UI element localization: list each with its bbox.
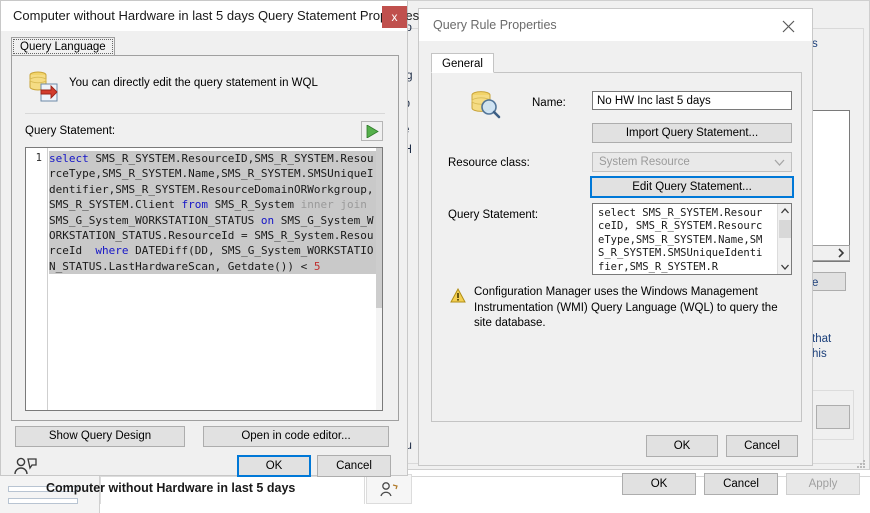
resource-class-label: Resource class: <box>448 157 530 169</box>
warning-text: Configuration Manager uses the Windows M… <box>474 286 778 329</box>
name-label: Name: <box>532 97 566 109</box>
sql-token-keyword: select <box>49 152 96 165</box>
resource-class-value: System Resource <box>599 156 690 168</box>
background-groupbox-button <box>816 405 850 429</box>
sql-line: select SMS_R_SYSTEM.ResourceID,SMS_R_SYS… <box>49 151 377 275</box>
warning-icon <box>450 288 466 303</box>
owner-ok-button[interactable]: OK <box>622 473 696 495</box>
open-in-code-editor-button[interactable]: Open in code editor... <box>203 426 389 447</box>
sql-token-number: 5 <box>313 259 321 273</box>
sql-token-dim: inner join <box>300 198 374 212</box>
edit-query-statement-button[interactable]: Edit Query Statement... <box>590 176 794 198</box>
code-scrollbar[interactable] <box>376 148 382 410</box>
right-query-statement-box[interactable]: select SMS_R_SYSTEM.ResourceID, SMS_R_SY… <box>592 203 792 275</box>
query-statement-properties-dialog: Computer without Hardware in last 5 days… <box>0 0 419 477</box>
sql-token-keyword: on <box>260 213 281 227</box>
sql-token-plain: SMS_G_System_WORKSTATION_STATUS <box>49 213 261 227</box>
scroll-up-icon[interactable] <box>778 204 791 218</box>
background-text-fragment: his <box>812 348 827 360</box>
database-search-icon <box>471 91 501 119</box>
sql-code-text[interactable]: select SMS_R_SYSTEM.ResourceID,SMS_R_SYS… <box>49 151 377 407</box>
right-dialog-titlebar[interactable]: Query Rule Properties <box>419 9 812 41</box>
right-query-statement-text: select SMS_R_SYSTEM.ResourceID, SMS_R_SY… <box>598 207 769 273</box>
right-dialog-ok-button[interactable]: OK <box>646 435 718 457</box>
resize-grip[interactable] <box>857 460 867 470</box>
owner-apply-button: Apply <box>786 473 860 495</box>
divider <box>25 113 385 114</box>
name-input[interactable] <box>592 91 792 110</box>
chevron-right-icon <box>838 248 845 258</box>
resource-class-select: System Resource <box>592 152 792 172</box>
right-dialog-title: Query Rule Properties <box>433 18 557 32</box>
database-export-icon <box>29 71 58 102</box>
right-query-statement-scrollbar[interactable] <box>777 204 791 274</box>
line-number: 1 <box>35 152 42 164</box>
background-listbox-scrollbar <box>812 245 850 261</box>
chevron-down-icon <box>774 159 785 166</box>
sql-token-keyword: where <box>95 244 136 258</box>
left-dialog-cancel-button[interactable]: Cancel <box>317 455 391 477</box>
close-icon[interactable]: x <box>382 6 407 28</box>
tab-general[interactable]: General <box>431 53 494 73</box>
left-dialog-titlebar[interactable]: Computer without Hardware in last 5 days… <box>1 1 419 31</box>
hint-text: You can directly edit the query statemen… <box>69 77 318 89</box>
bottom-tab-label: Computer without Hardware in last 5 days <box>46 481 296 495</box>
sql-token-keyword: from <box>181 198 215 212</box>
tab-query-language[interactable]: Query Language <box>11 37 115 56</box>
run-play-icon[interactable] <box>361 121 383 141</box>
right-dialog-cancel-button[interactable]: Cancel <box>726 435 798 457</box>
bottom-tab-extra[interactable] <box>366 474 412 504</box>
background-text-fragment: that <box>812 333 832 345</box>
show-query-design-button[interactable]: Show Query Design <box>15 426 185 447</box>
background-listbox <box>812 110 850 262</box>
sql-token-plain: SMS_R_System <box>214 198 301 212</box>
right-dialog-panel: Name: Import Query Statement... Resource… <box>431 72 802 422</box>
close-icon[interactable] <box>774 17 802 37</box>
people-icon <box>380 482 398 497</box>
scroll-down-icon[interactable] <box>778 260 791 274</box>
people-icon[interactable] <box>13 456 39 476</box>
left-dialog-ok-button[interactable]: OK <box>237 455 311 477</box>
scrollbar-thumb[interactable] <box>779 220 791 238</box>
import-query-statement-button[interactable]: Import Query Statement... <box>592 123 792 143</box>
close-glyph <box>782 20 795 33</box>
left-query-statement-label: Query Statement: <box>25 125 116 137</box>
code-gutter: 1 <box>26 148 48 410</box>
query-rule-properties-dialog: Query Rule Properties General Name: Impo… <box>418 8 813 466</box>
run-glyph <box>366 125 379 138</box>
owner-cancel-button[interactable]: Cancel <box>704 473 778 495</box>
left-dialog-title: Computer without Hardware in last 5 days… <box>13 8 420 23</box>
right-query-statement-label: Query Statement: <box>448 209 539 221</box>
sql-code-editor[interactable]: 1 select SMS_R_SYSTEM.ResourceID,SMS_R_S… <box>25 147 383 411</box>
